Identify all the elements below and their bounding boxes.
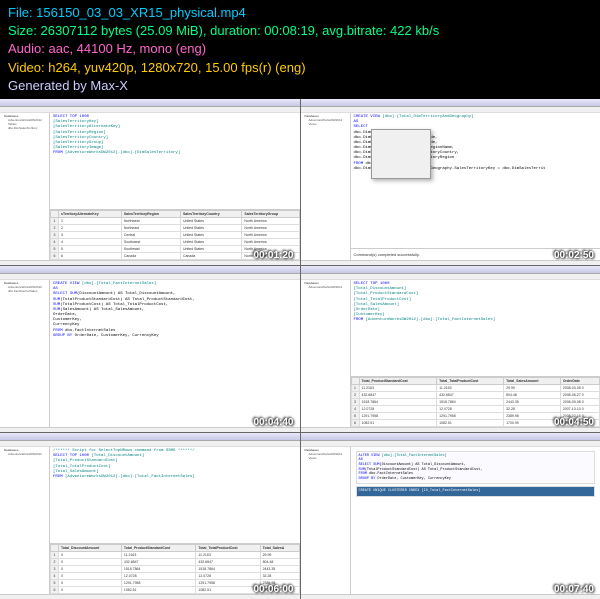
window-titlebar [0,433,300,441]
table-row: 2432.6847432.6847804.482008-06-27 0 [351,391,600,398]
table-row: 22NortheastUnited StatesNorth America [51,224,300,231]
timestamp: 00:04:40 [253,417,293,428]
table-row: 20432.6847432.6847804.48 [51,558,300,565]
thumbnail-grid: Databases AdventureWorksDW2012 Tables db… [0,99,600,599]
table-row: 11NorthwestUnited StatesNorth America [51,217,300,224]
media-info-header: File: 156150_03_03_XR15_physical.mp4 Siz… [0,0,600,99]
thumbnail-4: Databases AdventureWorksDW2012 SELECT TO… [301,266,600,432]
timestamp: 00:04:50 [554,417,594,428]
sql-editor[interactable]: SELECT TOP 1000 [Total_DiscountAmount] [… [351,280,600,376]
timestamp: 00:06:00 [253,584,293,595]
dialog-box[interactable] [371,129,431,179]
sql-editor[interactable]: SELECT TOP 1000 [SalesTerritoryKey] [Sal… [50,113,300,209]
window-titlebar [301,433,600,441]
table-row: 301518.78641518.78642443.35 [51,565,300,572]
window-titlebar [0,266,300,274]
sql-editor[interactable]: /****** Script for SelectTopNRows comman… [50,447,300,543]
timestamp: 00:07:40 [554,584,594,595]
table-row: 31518.78641518.78642443.352006-09-08 0 [351,398,600,405]
sql-editor[interactable]: CREATE VIEW [dbo].[Total_FactInternetSal… [50,280,300,427]
timestamp: 00:01:20 [253,250,293,261]
object-explorer: Databases AdventureWorksDW2012 dbo.FactI… [0,280,50,427]
table-row: 44SouthwestUnited StatesNorth America [51,238,300,245]
timestamp: 00:02:50 [554,250,594,261]
thumbnail-2: Databases AdventureWorksDW2012 Views CRE… [301,99,600,265]
object-explorer: Databases AdventureWorksDW2012 Views [301,113,351,260]
window-titlebar [301,99,600,107]
object-explorer: Databases AdventureWorksDW2012 Views [301,447,351,594]
table-row: 1011.216311.216329.99 [51,551,300,558]
table-row: 4012.072812.072832.28 [51,572,300,579]
window-titlebar [301,266,600,274]
sql-editor[interactable]: ALTER VIEW [dbo].[Total_FactInternetSale… [351,447,600,594]
table-row: 412.072812.072832.282007-10-10 0 [351,405,600,412]
object-explorer: Databases AdventureWorksDW2012 Tables db… [0,113,50,260]
table-row: 33CentralUnited StatesNorth America [51,231,300,238]
thumbnail-5: Databases AdventureWorksDW2012 /****** S… [0,433,300,599]
thumbnail-1: Databases AdventureWorksDW2012 Tables db… [0,99,300,265]
thumbnail-3: Databases AdventureWorksDW2012 dbo.FactI… [0,266,300,432]
thumbnail-6: Databases AdventureWorksDW2012 Views ALT… [301,433,600,599]
table-row: 111.216311.216329.992008-03-05 0 [351,384,600,391]
object-explorer: Databases AdventureWorksDW2012 [0,447,50,594]
object-explorer: Databases AdventureWorksDW2012 [301,280,351,427]
window-titlebar [0,99,300,107]
